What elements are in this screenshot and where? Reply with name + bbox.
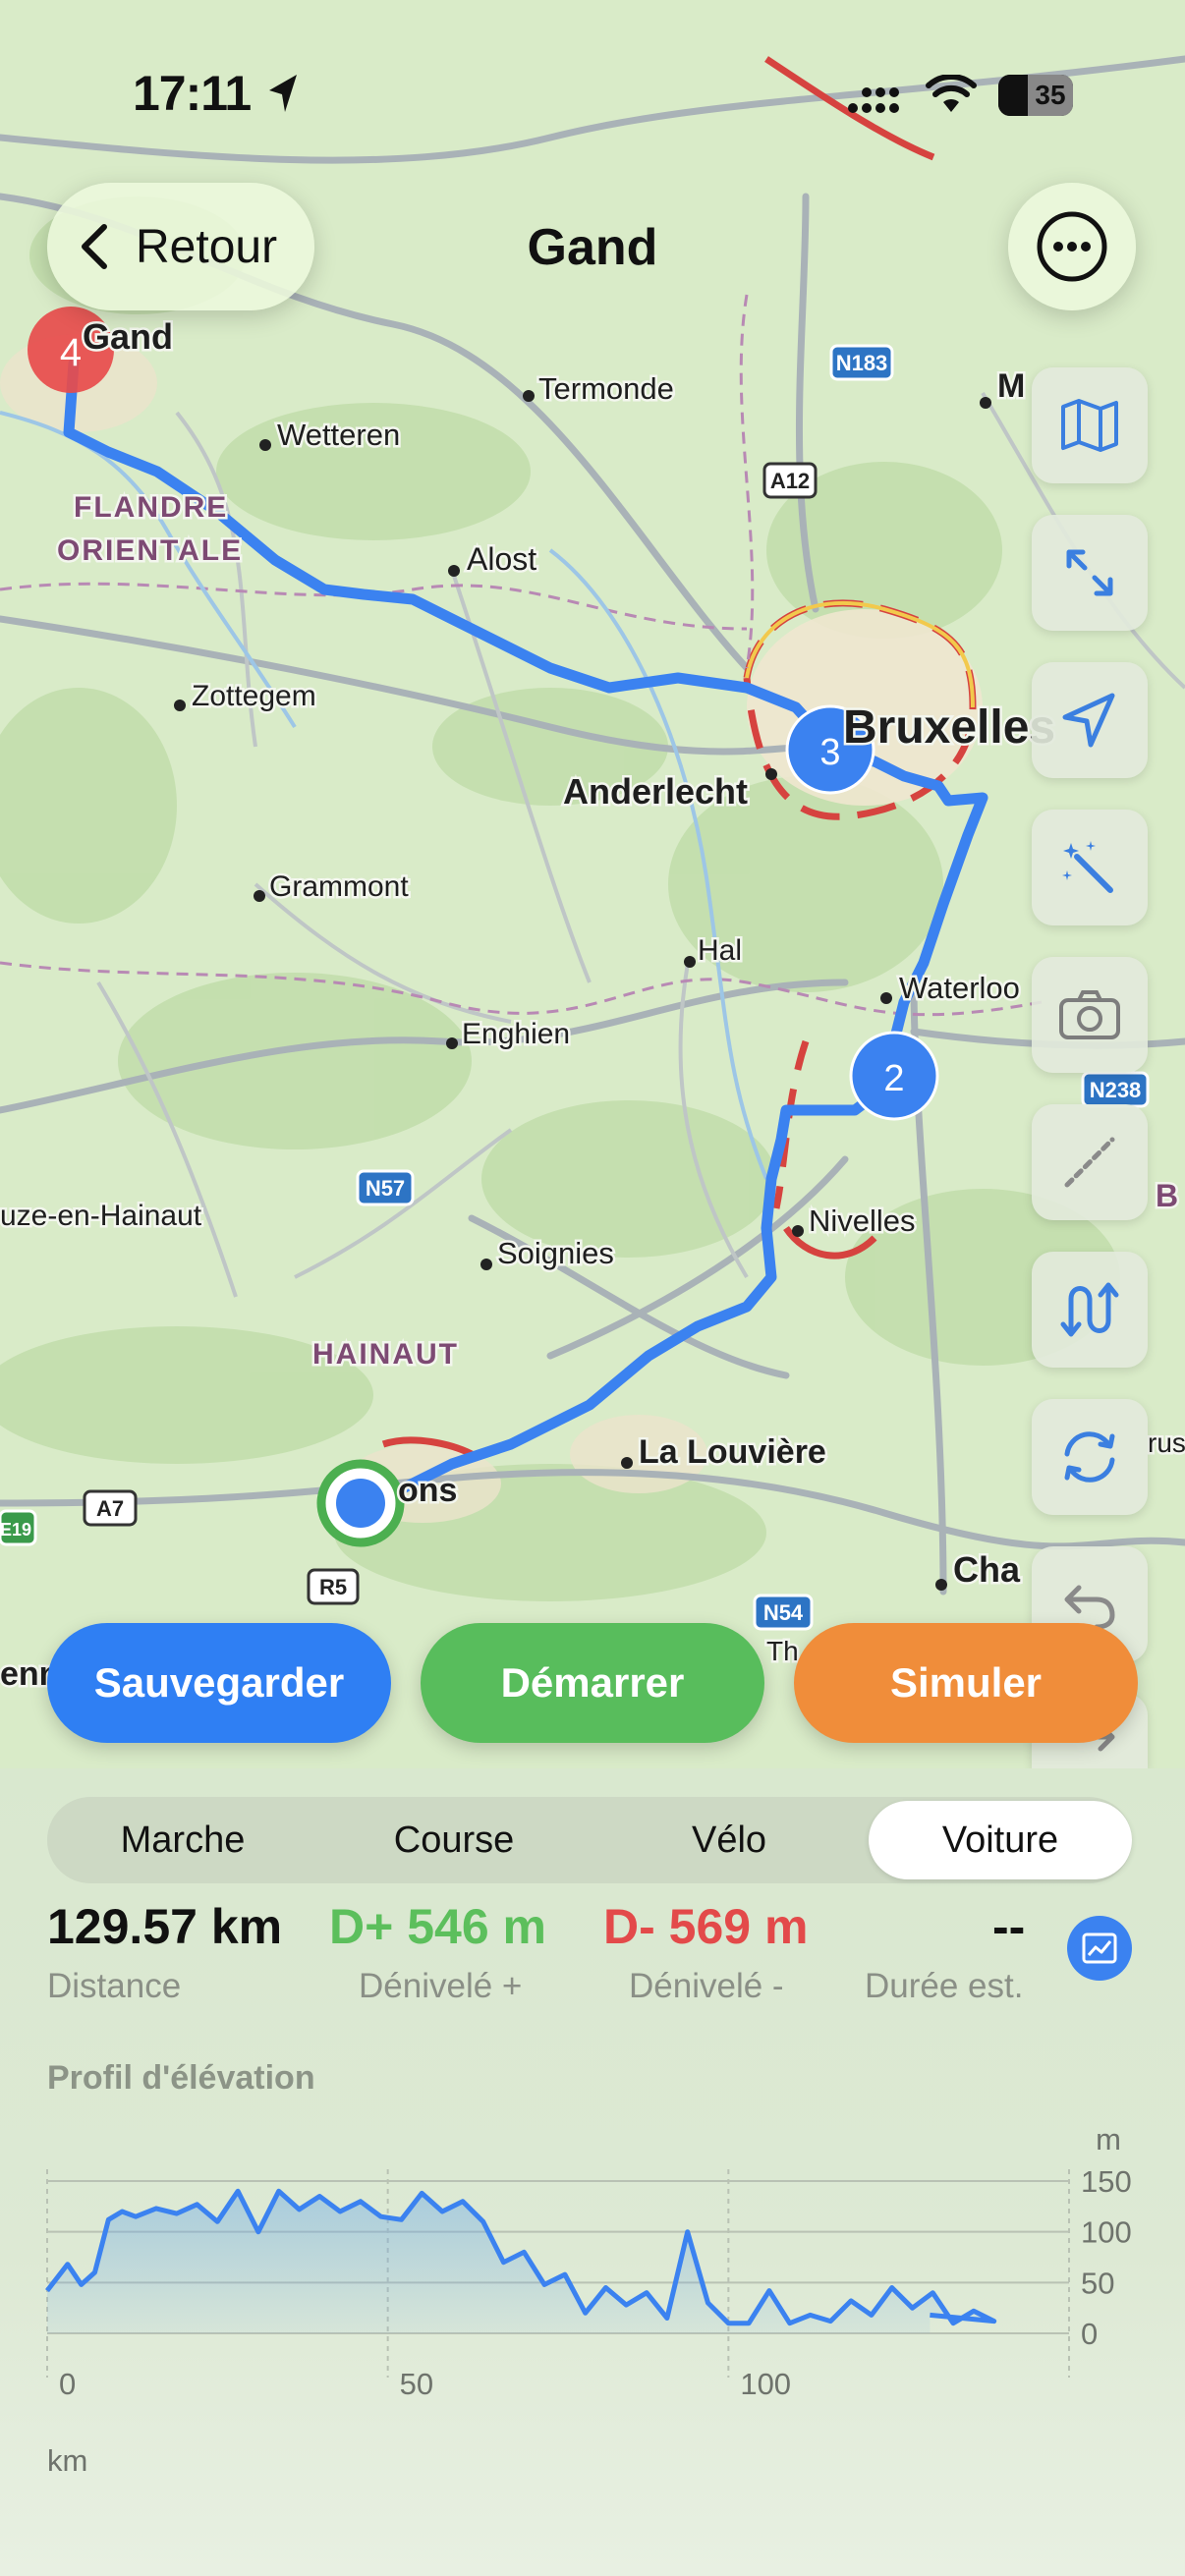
map-label-mons: ons (398, 1472, 457, 1509)
x-tick-label: 0 (59, 2367, 76, 2401)
loop-route-icon (1064, 1431, 1115, 1483)
waypoint-marker-2[interactable]: 2 (849, 1031, 939, 1121)
map-label-nivelles: Nivelles (809, 1204, 916, 1238)
ellipsis-circle-icon (1037, 211, 1107, 282)
waypoint-2-label: 2 (883, 1058, 904, 1099)
map-label-soignies: Soignies (497, 1236, 614, 1270)
map-label-waterloo: Waterloo (899, 971, 1020, 1005)
more-button[interactable] (1008, 183, 1136, 310)
elevation-profile-title: Profil d'élévation (47, 2059, 315, 2097)
svg-text:N57: N57 (366, 1176, 405, 1201)
svg-text:A12: A12 (770, 469, 810, 493)
map-label-rus: rus (1148, 1428, 1185, 1458)
svg-text:N54: N54 (763, 1600, 804, 1625)
map-label-hal: Hal (698, 934, 742, 967)
camera-icon (1059, 990, 1120, 1039)
y-tick-label: 100 (1081, 2215, 1132, 2250)
ascent-label: Dénivelé + (359, 1967, 523, 2005)
shield-n183: N183 (829, 344, 894, 381)
simulate-button[interactable]: Simuler (794, 1623, 1138, 1743)
start-button[interactable]: Démarrer (421, 1623, 764, 1743)
distance-value: 129.57 km (47, 1899, 283, 1954)
map-label-charleroi: Cha (953, 1549, 1021, 1590)
ascent-value: D+ 546 m (329, 1899, 546, 1954)
duration-value: -- (992, 1899, 1026, 1954)
map-label-gand: Gand (83, 316, 173, 357)
elevation-chart[interactable]: 0 50 100 150 0 50 100 m km (0, 2102, 1185, 2515)
locate-icon (1062, 693, 1115, 748)
camera-button[interactable] (1032, 957, 1148, 1073)
map-label-flandre-2: ORIENTALE (57, 534, 243, 567)
location-arrow-icon (269, 75, 297, 112)
distance-label: Distance (47, 1967, 182, 2005)
mode-car[interactable]: Voiture (869, 1797, 1132, 1883)
waypoint-4-label: 4 (60, 331, 82, 374)
shield-a12: A12 (762, 462, 818, 499)
svg-text:N238: N238 (1090, 1078, 1142, 1102)
shield-n57: N57 (356, 1169, 415, 1206)
fit-route-button[interactable] (1032, 515, 1148, 631)
elevation-area (47, 2191, 994, 2333)
y-tick-label: 0 (1081, 2317, 1098, 2351)
svg-text:E19: E19 (0, 1520, 31, 1540)
map-label-grammont: Grammont (269, 870, 409, 903)
chart-line-icon (1082, 1932, 1117, 1964)
y-tick-label: 150 (1081, 2164, 1132, 2199)
shield-a7: A7 (83, 1489, 138, 1527)
mode-walk[interactable]: Marche (47, 1797, 318, 1883)
start-marker[interactable] (316, 1459, 405, 1547)
map-label-wetteren: Wetteren (277, 418, 400, 452)
map-layers-icon (1061, 399, 1118, 452)
svg-text:R5: R5 (319, 1575, 347, 1599)
descent-label: Dénivelé - (629, 1967, 784, 2005)
shield-n238: N238 (1081, 1071, 1150, 1108)
magic-wand-icon (1062, 841, 1113, 893)
shield-e19: E19 (0, 1509, 37, 1546)
map-layers-button[interactable] (1032, 367, 1148, 483)
map-label-flandre-1: FLANDRE (74, 491, 228, 524)
map-label-anderlecht: Anderlecht (563, 771, 748, 812)
reverse-route-icon (1060, 1282, 1119, 1337)
map-label-enghien: Enghien (462, 1018, 570, 1050)
map-label-hainaut: HAINAUT (312, 1338, 459, 1371)
battery-icon: 35 (998, 75, 1073, 116)
loop-route-button[interactable] (1032, 1399, 1148, 1515)
mode-bike[interactable]: Vélo (590, 1797, 869, 1883)
descent-value: D- 569 m (603, 1899, 809, 1954)
cellular-signal-icon (848, 87, 899, 113)
status-time: 17:11 (133, 66, 252, 121)
x-tick-label: 50 (400, 2367, 433, 2401)
waypoint-3-label: 3 (819, 732, 840, 773)
locate-button[interactable] (1032, 662, 1148, 778)
x-tick-label: 100 (740, 2367, 791, 2401)
x-unit-label: km (47, 2443, 87, 2478)
map-label-m: M (997, 367, 1025, 405)
map-label-alost: Alost (467, 541, 536, 577)
map-label-braine: uze-en-Hainaut (0, 1200, 202, 1232)
battery-level: 35 (1028, 75, 1073, 116)
save-button[interactable]: Sauvegarder (47, 1623, 391, 1743)
wifi-icon (926, 75, 977, 112)
map-label-termonde: Termonde (538, 371, 674, 406)
fit-route-icon (1066, 549, 1113, 596)
y-tick-label: 50 (1081, 2266, 1114, 2300)
map-label-th: Th (766, 1636, 799, 1666)
measure-line-icon (1064, 1137, 1115, 1188)
map-label-b: B (1156, 1178, 1178, 1213)
map-label-zottegem: Zottegem (192, 680, 316, 712)
svg-text:N183: N183 (836, 351, 888, 375)
duration-label: Durée est. (865, 1967, 1024, 2005)
measure-button[interactable] (1032, 1104, 1148, 1220)
map-label-la-louviere: La Louvière (639, 1433, 826, 1471)
reverse-route-button[interactable] (1032, 1252, 1148, 1368)
magic-wand-button[interactable] (1032, 810, 1148, 925)
svg-text:A7: A7 (96, 1496, 124, 1521)
mode-run[interactable]: Course (318, 1797, 590, 1883)
shield-n54: N54 (753, 1594, 814, 1631)
y-unit-label: m (1096, 2122, 1121, 2156)
elevation-chart-button[interactable] (1067, 1916, 1132, 1981)
shield-r5: R5 (307, 1568, 360, 1605)
map-label-bruxelles: Bruxelles (843, 701, 1055, 754)
